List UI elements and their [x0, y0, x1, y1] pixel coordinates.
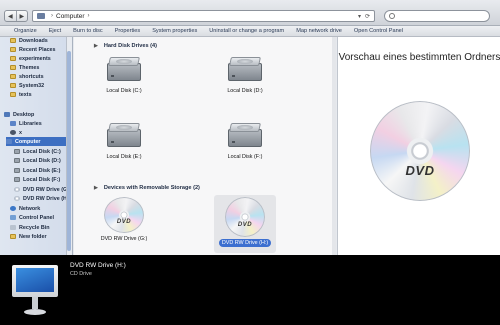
dvd-logo: DVD [405, 163, 435, 178]
dvd-disc-icon: DVD [370, 101, 470, 201]
dvd-disc-icon: DVD [104, 197, 144, 233]
search-icon [389, 13, 395, 19]
address-field[interactable]: › Computer › ▾ ⟳ [32, 10, 375, 22]
burn-to-disc-button[interactable]: Burn to disc [67, 28, 109, 34]
network-icon [10, 206, 16, 211]
desktop-icon [4, 112, 10, 117]
folder-icon [10, 56, 16, 61]
content-scrollbar[interactable] [332, 37, 336, 255]
details-item-name: DVD RW Drive (H:) [70, 262, 126, 269]
disk-icon [14, 158, 20, 163]
hard-disk-icon [105, 121, 143, 151]
group-header-hard-disks[interactable]: ▶ Hard Disk Drives (4) [94, 43, 157, 49]
content-pane: ▶ Hard Disk Drives (4) Local Disk (C:) Lo… [74, 37, 336, 255]
drive-c[interactable]: Local Disk (C:) [96, 55, 152, 101]
preview-title: Vorschau eines bestimmten Ordners [338, 52, 500, 63]
eject-button[interactable]: Eject [43, 28, 67, 34]
folder-icon [10, 38, 16, 43]
properties-button[interactable]: Properties [109, 28, 147, 34]
search-input[interactable] [384, 10, 490, 22]
disk-icon [14, 168, 20, 173]
hard-disk-icon [226, 121, 264, 151]
navigation-pane: Downloads Recent Places experiments Them… [0, 37, 73, 255]
map-network-drive-button[interactable]: Map network drive [290, 28, 348, 34]
control-panel-icon [10, 215, 16, 220]
details-pane: DVD RW Drive (H:) CD Drive [0, 255, 500, 325]
details-item-type: CD Drive [70, 271, 92, 277]
sidebar-item-computer[interactable]: Computer [6, 137, 66, 146]
drive-dvd-h[interactable]: DVD DVD RW Drive (H:) [214, 195, 276, 253]
back-icon[interactable]: ◀ [5, 11, 17, 21]
hard-disk-icon [105, 55, 143, 85]
libraries-icon [10, 121, 16, 126]
breadcrumb-separator: › [51, 13, 53, 19]
computer-icon [37, 13, 45, 19]
sidebar-scroll-thumb[interactable] [67, 51, 71, 251]
breadcrumb-computer[interactable]: Computer [56, 13, 85, 20]
hard-disk-icon [226, 55, 264, 85]
open-control-panel-button[interactable]: Open Control Panel [348, 28, 409, 34]
recycle-bin-icon [10, 225, 16, 230]
address-bar-area: ◀ ▶ › Computer › ▾ ⟳ [0, 0, 500, 26]
computer-monitor-icon [12, 265, 58, 317]
folder-icon [10, 65, 16, 70]
folder-icon [10, 47, 16, 52]
folder-icon [10, 83, 16, 88]
explorer-window: ◀ ▶ › Computer › ▾ ⟳ Organize Eject Burn… [0, 0, 500, 325]
system-properties-button[interactable]: System properties [146, 28, 203, 34]
disk-icon [14, 177, 20, 182]
drive-dvd-g[interactable]: DVD DVD RW Drive (G:) [96, 197, 152, 243]
group-header-removable[interactable]: ▶ Devices with Removable Storage (2) [94, 185, 200, 191]
folder-icon [10, 234, 16, 239]
folder-icon [10, 74, 16, 79]
organize-button[interactable]: Organize [0, 28, 43, 34]
computer-icon [6, 139, 12, 144]
dvd-icon [14, 187, 20, 192]
drive-e[interactable]: Local Disk (E:) [96, 121, 152, 167]
expand-arrow-icon[interactable]: ▶ [94, 43, 98, 49]
sidebar-item-desktop[interactable]: Desktop [4, 110, 70, 119]
drive-f[interactable]: Local Disk (F:) [217, 121, 273, 167]
sidebar-scrollbar[interactable] [66, 37, 72, 255]
forward-icon[interactable]: ▶ [17, 11, 28, 21]
disk-icon [14, 149, 20, 154]
folder-icon [10, 92, 16, 97]
user-icon [10, 130, 16, 135]
drive-d[interactable]: Local Disk (D:) [217, 55, 273, 101]
preview-pane: Vorschau eines bestimmten Ordners DVD [337, 37, 500, 255]
dvd-icon [14, 196, 20, 201]
expand-arrow-icon[interactable]: ▶ [94, 185, 98, 191]
dvd-disc-icon: DVD [225, 197, 265, 237]
nav-buttons: ◀ ▶ [4, 10, 28, 22]
refresh-icon[interactable]: ⟳ [365, 13, 370, 20]
uninstall-program-button[interactable]: Uninstall or change a program [203, 28, 290, 34]
breadcrumb-separator[interactable]: › [88, 13, 90, 19]
chevron-down-icon[interactable]: ▾ [358, 13, 361, 20]
